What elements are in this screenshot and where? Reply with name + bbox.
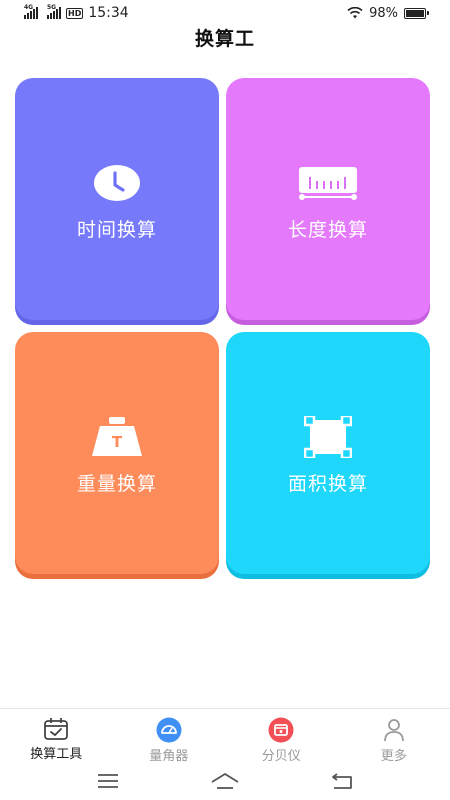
protractor-icon: [156, 717, 182, 743]
page-title: 换算工: [194, 28, 255, 50]
signal-sim2-icon: 5G: [47, 4, 61, 19]
ruler-icon: [298, 157, 358, 209]
battery-percent: 98%: [369, 5, 398, 21]
nav-conversion-tools-label: 换算工具: [30, 747, 83, 762]
nav-decibel-meter[interactable]: 分贝仪: [225, 710, 338, 764]
weight-conversion-label: 重量换算: [76, 472, 157, 495]
status-left: 4G 5G HD 15:34: [24, 4, 129, 21]
bottom-nav: 换算工具 量角器 分贝仪 更多: [0, 710, 450, 764]
status-bar: 4G 5G HD 15:34 98%: [0, 0, 450, 26]
clock-icon: [93, 157, 141, 209]
calendar-check-icon: [43, 717, 69, 741]
battery-icon: [404, 7, 429, 19]
converter-grid: 时间换算 长度换算 T 重量换算 面积换算: [15, 78, 430, 578]
system-nav-bar: [0, 762, 450, 800]
back-button[interactable]: [312, 767, 372, 795]
area-icon: [304, 411, 352, 463]
area-conversion-label: 面积换算: [287, 472, 368, 495]
nav-conversion-tools[interactable]: 换算工具: [0, 710, 113, 762]
wifi-icon: [347, 7, 363, 19]
length-conversion-label: 长度换算: [287, 218, 368, 241]
signal-sim1-icon: 4G: [24, 4, 38, 19]
nav-protractor[interactable]: 量角器: [113, 710, 226, 764]
weight-conversion-card[interactable]: T 重量换算: [15, 332, 219, 574]
sim2-network-label: 5G: [47, 4, 57, 11]
bottom-divider: [0, 708, 450, 709]
battery-fill: [406, 9, 424, 17]
nav-more[interactable]: 更多: [338, 710, 450, 764]
hd-badge: HD: [66, 7, 84, 19]
area-conversion-card[interactable]: 面积换算: [226, 332, 430, 574]
status-time: 15:34: [88, 5, 129, 21]
user-icon: [381, 717, 407, 743]
time-conversion-card[interactable]: 时间换算: [15, 78, 219, 320]
time-conversion-label: 时间换算: [76, 218, 157, 241]
back-icon: [331, 773, 352, 789]
weight-icon-letter: T: [112, 433, 123, 451]
decibel-icon: [268, 717, 294, 743]
status-right: 98%: [347, 5, 429, 21]
home-button[interactable]: [195, 767, 255, 795]
length-conversion-card[interactable]: 长度换算: [226, 78, 430, 320]
menu-icon: [98, 774, 119, 788]
home-icon: [211, 773, 239, 789]
weight-icon: T: [90, 411, 144, 463]
sim1-network-label: 4G: [24, 4, 34, 11]
menu-button[interactable]: [78, 767, 138, 795]
